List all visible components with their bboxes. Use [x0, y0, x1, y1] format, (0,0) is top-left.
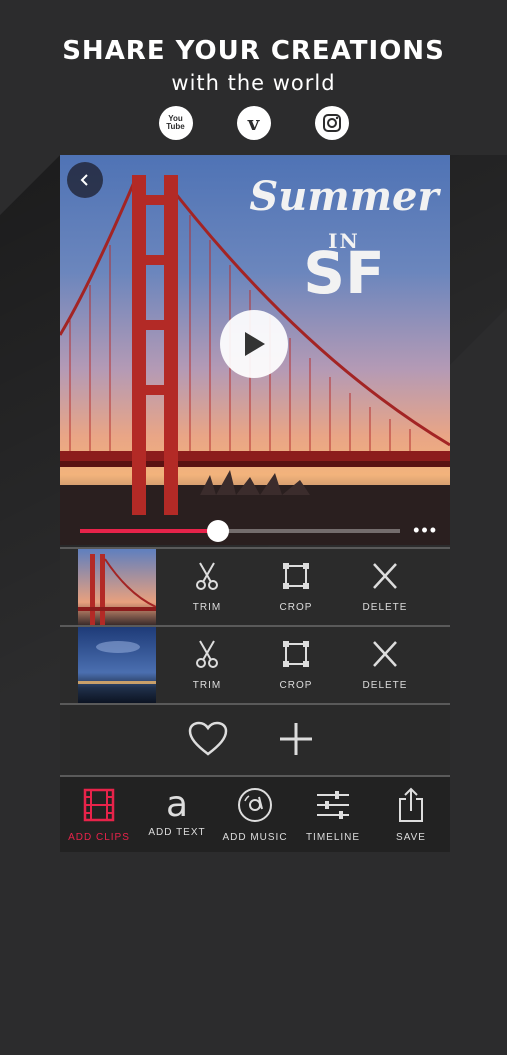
- delete-label: DELETE: [362, 602, 408, 613]
- bottom-tab-bar: ADD CLIPS a ADD TEXT ADD MUSIC TIMELINE …: [60, 775, 450, 852]
- favorite-button[interactable]: [188, 721, 228, 762]
- tab-add-music[interactable]: ADD MUSIC: [216, 787, 294, 843]
- crop-label: CROP: [279, 602, 313, 613]
- close-icon: [373, 563, 397, 589]
- scrubber-track[interactable]: [80, 520, 400, 542]
- video-title-line1: Summer: [249, 173, 439, 220]
- delete-button[interactable]: DELETE: [355, 561, 415, 613]
- chevron-left-icon: [80, 174, 88, 186]
- close-icon: [373, 641, 397, 667]
- social-icons: You Tube v: [0, 106, 507, 140]
- clip-actions-bar: [60, 703, 450, 777]
- crop-button[interactable]: CROP: [266, 561, 326, 613]
- tab-label: ADD TEXT: [148, 827, 206, 838]
- sliders-icon: [317, 791, 349, 819]
- tab-label: ADD CLIPS: [68, 832, 130, 843]
- scrubber-fill: [80, 529, 218, 533]
- delete-label: DELETE: [362, 680, 408, 691]
- heart-icon: [188, 721, 228, 756]
- video-title-line3: SF: [303, 239, 385, 307]
- delete-button[interactable]: DELETE: [355, 639, 415, 691]
- tab-label: ADD MUSIC: [222, 832, 288, 843]
- music-disc-icon: [238, 788, 272, 822]
- clip-row: TRIM CROP DELETE: [60, 625, 450, 703]
- play-icon: [245, 332, 265, 356]
- share-icon: [399, 787, 423, 822]
- trim-label: TRIM: [192, 602, 222, 613]
- tab-add-text[interactable]: a ADD TEXT: [138, 784, 216, 839]
- back-button[interactable]: [67, 162, 103, 198]
- clip-thumbnail[interactable]: [78, 627, 156, 703]
- video-preview[interactable]: Summer IN SF •••: [60, 155, 450, 545]
- scissors-icon: [196, 562, 218, 590]
- instagram-icon[interactable]: [314, 106, 349, 140]
- trim-button[interactable]: TRIM: [177, 561, 237, 613]
- plus-icon: [280, 723, 312, 755]
- crop-icon: [283, 641, 309, 667]
- scrubber-handle[interactable]: [206, 520, 229, 542]
- text-icon: a: [165, 784, 189, 825]
- clip-row: TRIM CROP DELETE: [60, 547, 450, 625]
- crop-icon: [283, 563, 309, 589]
- crop-label: CROP: [279, 680, 313, 691]
- scissors-icon: [196, 640, 218, 668]
- promo-headline: SHARE YOUR CREATIONS: [62, 36, 445, 66]
- promo-subline: with the world: [171, 71, 336, 95]
- trim-button[interactable]: TRIM: [177, 639, 237, 691]
- trim-label: TRIM: [192, 680, 222, 691]
- tab-add-clips[interactable]: ADD CLIPS: [60, 787, 138, 843]
- app-screen: Summer IN SF ••• TRIM CROP DELETE TRIM C…: [60, 155, 450, 852]
- youtube-icon[interactable]: You Tube: [158, 106, 193, 140]
- more-options-icon[interactable]: •••: [413, 520, 438, 541]
- vine-icon[interactable]: v: [236, 106, 271, 140]
- tab-label: TIMELINE: [305, 832, 361, 843]
- add-clip-button[interactable]: [278, 721, 314, 762]
- tab-save[interactable]: SAVE: [372, 787, 450, 843]
- tab-timeline[interactable]: TIMELINE: [294, 787, 372, 843]
- vine-icon-label: v: [247, 111, 260, 135]
- film-icon: [83, 788, 115, 822]
- play-button[interactable]: [220, 310, 288, 378]
- clip-thumbnail[interactable]: [78, 549, 156, 625]
- crop-button[interactable]: CROP: [266, 639, 326, 691]
- tab-label: SAVE: [396, 832, 426, 843]
- youtube-icon-label: You Tube: [166, 114, 185, 131]
